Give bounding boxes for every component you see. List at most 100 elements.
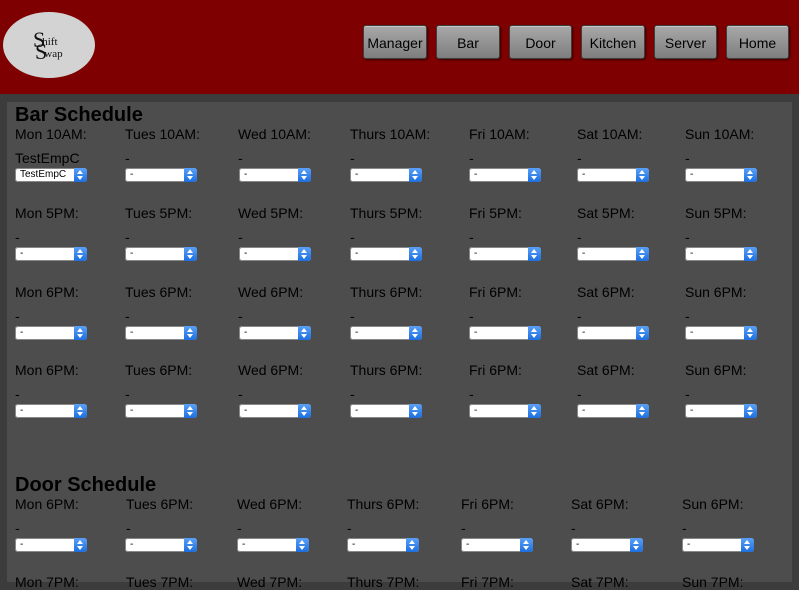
bar-employee-select[interactable]: - [125, 326, 197, 340]
select-arrows-icon [184, 247, 197, 261]
select-arrows-icon [409, 247, 422, 261]
bar-assigned-employee: - [238, 150, 243, 166]
select-value: TestEmpC [20, 169, 67, 180]
select-value: - [20, 248, 24, 259]
select-arrows-icon [744, 247, 757, 261]
bar-slot-label: Wed 6PM: [238, 284, 304, 300]
select-arrows-icon [184, 326, 197, 340]
bar-employee-select[interactable]: - [350, 247, 422, 261]
bar-employee-select[interactable]: - [469, 247, 541, 261]
select-arrows-icon [744, 404, 757, 418]
bar-slot-label: Sat 6PM: [577, 284, 635, 300]
bar-employee-select[interactable]: - [15, 404, 87, 418]
bar-employee-select[interactable]: - [577, 404, 649, 418]
bar-assigned-employee: - [350, 150, 355, 166]
bar-employee-select[interactable]: - [350, 326, 422, 340]
bar-employee-select[interactable]: - [239, 247, 311, 261]
bar-employee-select[interactable]: - [125, 168, 197, 182]
select-arrows-icon [636, 247, 649, 261]
select-value: - [242, 539, 246, 550]
select-value: - [244, 327, 248, 338]
bar-assigned-employee: - [469, 150, 474, 166]
select-arrows-icon [296, 538, 309, 552]
bar-assigned-employee: - [469, 229, 474, 245]
door-slot-label: Sat 7PM: [571, 574, 629, 590]
bar-employee-select[interactable]: - [239, 168, 311, 182]
bar-employee-select[interactable]: - [15, 326, 87, 340]
bar-employee-select[interactable]: - [125, 404, 197, 418]
select-arrows-icon [636, 326, 649, 340]
select-arrows-icon [298, 326, 311, 340]
bar-assigned-employee: - [350, 386, 355, 402]
bar-slot-label: Mon 5PM: [15, 205, 79, 221]
door-slot-label: Tues 6PM: [126, 496, 194, 512]
bar-employee-select[interactable]: - [469, 404, 541, 418]
select-value: - [244, 248, 248, 259]
door-employee-select[interactable]: - [571, 538, 643, 552]
select-arrows-icon [74, 404, 87, 418]
door-slot-label: Tues 7PM: [126, 574, 194, 590]
select-value: - [355, 169, 359, 180]
bar-employee-select[interactable]: - [685, 168, 757, 182]
bar-employee-select[interactable]: - [350, 404, 422, 418]
bar-employee-select[interactable]: - [125, 247, 197, 261]
bar-employee-select[interactable]: - [239, 326, 311, 340]
door-employee-select[interactable]: - [461, 538, 533, 552]
bar-slot-label: Sat 5PM: [577, 205, 635, 221]
bar-assigned-employee: - [577, 308, 582, 324]
shiftswap-logo[interactable]: Shift Swap [3, 12, 95, 78]
bar-assigned-employee: - [238, 386, 243, 402]
nav-server-button[interactable]: Server [654, 25, 717, 59]
bar-assigned-employee: - [125, 229, 130, 245]
select-value: - [20, 327, 24, 338]
bar-assigned-employee: - [125, 386, 130, 402]
nav-kitchen-button[interactable]: Kitchen [581, 25, 645, 59]
select-value: - [687, 539, 691, 550]
door-employee-select[interactable]: - [237, 538, 309, 552]
select-value: - [576, 539, 580, 550]
select-arrows-icon [184, 404, 197, 418]
select-arrows-icon [74, 538, 87, 552]
nav-home-button[interactable]: Home [726, 25, 789, 59]
bar-employee-select[interactable]: - [685, 404, 757, 418]
bar-employee-select[interactable]: - [469, 168, 541, 182]
select-value: - [355, 405, 359, 416]
bar-employee-select[interactable]: - [577, 247, 649, 261]
select-value: - [690, 248, 694, 259]
door-employee-select[interactable]: - [15, 538, 87, 552]
nav-door-button[interactable]: Door [509, 25, 572, 59]
bar-employee-select[interactable]: - [577, 168, 649, 182]
door-employee-select[interactable]: - [125, 538, 197, 552]
bar-assigned-employee: - [577, 229, 582, 245]
bar-assigned-employee: - [238, 229, 243, 245]
door-slot-label: Fri 6PM: [461, 496, 514, 512]
bar-employee-select[interactable]: - [685, 326, 757, 340]
bar-assigned-employee: - [15, 308, 20, 324]
door-employee-select[interactable]: - [347, 538, 419, 552]
select-arrows-icon [636, 404, 649, 418]
select-arrows-icon [298, 404, 311, 418]
bar-schedule-title: Bar Schedule [15, 104, 143, 126]
bar-slot-label: Tues 10AM: [125, 126, 200, 142]
select-value: - [474, 169, 478, 180]
select-value: - [20, 405, 24, 416]
bar-employee-select[interactable]: - [577, 326, 649, 340]
bar-assigned-employee: - [685, 308, 690, 324]
door-employee-select[interactable]: - [682, 538, 754, 552]
select-arrows-icon [520, 538, 533, 552]
bar-employee-select[interactable]: - [15, 247, 87, 261]
bar-employee-select[interactable]: - [239, 404, 311, 418]
bar-employee-select[interactable]: - [469, 326, 541, 340]
bar-assigned-employee: - [577, 150, 582, 166]
bar-assigned-employee: - [125, 308, 130, 324]
nav-bar-button[interactable]: Bar [436, 25, 500, 59]
bar-employee-select[interactable]: - [685, 247, 757, 261]
bar-employee-select[interactable]: TestEmpC [15, 168, 87, 182]
bar-slot-label: Sat 10AM: [577, 126, 643, 142]
nav-manager-button[interactable]: Manager [363, 25, 427, 59]
bar-slot-label: Sun 6PM: [685, 284, 747, 300]
bar-slot-label: Thurs 6PM: [350, 284, 423, 300]
bar-slot-label: Sat 6PM: [577, 362, 635, 378]
select-arrows-icon [630, 538, 643, 552]
bar-employee-select[interactable]: - [350, 168, 422, 182]
